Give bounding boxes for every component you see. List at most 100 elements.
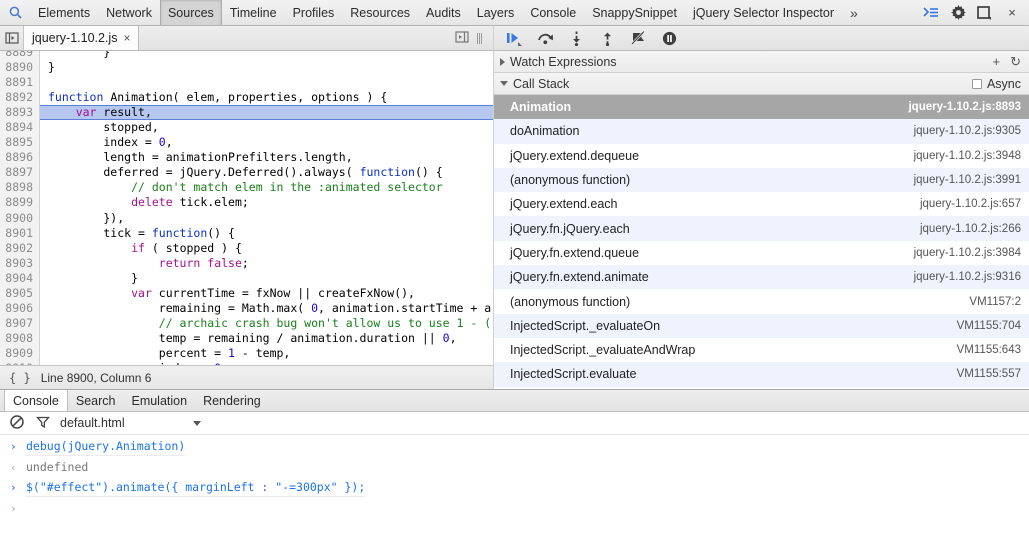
line-number[interactable]: 8889 [0, 51, 40, 60]
call-stack-row[interactable]: jQuery.fn.jQuery.eachjquery-1.10.2.js:26… [494, 216, 1029, 240]
panel-tab-console[interactable]: Console [522, 0, 584, 25]
code-line[interactable]: 8906 remaining = Math.max( 0, animation.… [0, 301, 493, 316]
console-drawer-icon[interactable] [922, 4, 940, 22]
code-line[interactable]: 8894 stopped, [0, 120, 493, 135]
watch-expressions-header[interactable]: Watch Expressions + ↻ [494, 51, 1029, 73]
chevron-down-icon[interactable] [500, 81, 508, 86]
code-line[interactable]: 8902 if ( stopped ) { [0, 241, 493, 256]
resize-grip[interactable] [477, 33, 486, 44]
console-message[interactable]: › [0, 499, 1029, 518]
code-line[interactable]: 8895 index = 0, [0, 135, 493, 150]
code-line[interactable]: 8900 }), [0, 211, 493, 226]
code-line[interactable]: 8908 temp = remaining / animation.durati… [0, 331, 493, 346]
line-number[interactable]: 8908 [0, 331, 40, 346]
line-number[interactable]: 8901 [0, 226, 40, 241]
panel-tab-resources[interactable]: Resources [342, 0, 418, 25]
call-stack-row[interactable]: Animationjquery-1.10.2.js:8893 [494, 95, 1029, 119]
line-number[interactable]: 8892 [0, 90, 40, 105]
more-panels-icon[interactable]: » [842, 0, 866, 25]
code-line[interactable]: 8890} [0, 60, 493, 75]
panel-tab-layers[interactable]: Layers [469, 0, 523, 25]
drawer-tab-console[interactable]: Console [4, 390, 68, 411]
line-number[interactable]: 8903 [0, 256, 40, 271]
console-message[interactable]: ‹undefined [0, 458, 1029, 478]
line-number[interactable]: 8902 [0, 241, 40, 256]
call-stack-row[interactable]: jQuery.fn.extend.animatejquery-1.10.2.js… [494, 265, 1029, 289]
line-number[interactable]: 8890 [0, 60, 40, 75]
line-number[interactable]: 8898 [0, 180, 40, 195]
call-stack-row[interactable]: InjectedScript.evaluateVM1155:557 [494, 362, 1029, 386]
line-number[interactable]: 8909 [0, 346, 40, 361]
code-editor[interactable]: 8889 }8890}88918892function Animation( e… [0, 51, 493, 365]
line-number[interactable]: 8891 [0, 75, 40, 90]
line-number[interactable]: 8895 [0, 135, 40, 150]
panel-tab-network[interactable]: Network [98, 0, 160, 25]
line-number[interactable]: 8896 [0, 150, 40, 165]
code-line[interactable]: 8903 return false; [0, 256, 493, 271]
step-out-button[interactable] [599, 30, 616, 47]
deactivate-breakpoints-button[interactable] [630, 30, 647, 47]
line-number[interactable]: 8907 [0, 316, 40, 331]
call-stack-row[interactable]: jQuery.extend.eachjquery-1.10.2.js:657 [494, 192, 1029, 216]
resume-script-button[interactable] [506, 30, 523, 47]
clear-console-icon[interactable] [10, 415, 24, 432]
console-message[interactable]: ›$("#effect").animate({ marginLeft : "-=… [0, 478, 1029, 499]
code-line[interactable]: 8905 var currentTime = fxNow || createFx… [0, 286, 493, 301]
panel-tab-audits[interactable]: Audits [418, 0, 469, 25]
editor-file-tab-close-icon[interactable]: × [123, 31, 130, 45]
call-stack-header[interactable]: Call Stack Async [494, 73, 1029, 95]
chevron-down-icon[interactable] [193, 421, 201, 426]
line-number[interactable]: 8905 [0, 286, 40, 301]
panel-tab-sources[interactable]: Sources [160, 0, 222, 25]
console-messages[interactable]: ›debug(jQuery.Animation)‹undefined›$("#e… [0, 435, 1029, 542]
call-stack-row[interactable]: jQuery.extend.dequeuejquery-1.10.2.js:39… [494, 144, 1029, 168]
code-line[interactable]: 8899 delete tick.elem; [0, 195, 493, 210]
call-stack-row[interactable]: InjectedScript._evaluateAndWrapVM1155:64… [494, 338, 1029, 362]
console-message[interactable]: ›debug(jQuery.Animation) [0, 437, 1029, 458]
async-checkbox[interactable] [972, 79, 982, 89]
line-number[interactable]: 8899 [0, 195, 40, 210]
chevron-right-icon[interactable] [500, 58, 505, 66]
code-line[interactable]: 8907 // archaic crash bug won't allow us… [0, 316, 493, 331]
settings-gear-icon[interactable] [949, 4, 967, 22]
line-number[interactable]: 8906 [0, 301, 40, 316]
code-line[interactable]: 8893 var result, [0, 105, 493, 120]
panel-tab-timeline[interactable]: Timeline [222, 0, 285, 25]
call-stack-row[interactable]: doAnimationjquery-1.10.2.js:9305 [494, 119, 1029, 143]
code-line[interactable]: 8891 [0, 75, 493, 90]
line-number[interactable]: 8900 [0, 211, 40, 226]
drawer-tab-emulation[interactable]: Emulation [123, 390, 195, 411]
line-number[interactable]: 8893 [0, 105, 40, 120]
drawer-tab-search[interactable]: Search [68, 390, 124, 411]
console-context-selector[interactable]: default.html [60, 416, 125, 430]
drawer-tab-rendering[interactable]: Rendering [195, 390, 269, 411]
code-line[interactable]: 8896 length = animationPrefilters.length… [0, 150, 493, 165]
panel-tab-elements[interactable]: Elements [30, 0, 98, 25]
call-stack-row[interactable]: (anonymous function)VM1157:2 [494, 289, 1029, 313]
code-line[interactable]: 8889 } [0, 51, 493, 60]
show-sidebar-icon[interactable] [455, 31, 469, 46]
pause-on-exceptions-button[interactable] [661, 30, 678, 47]
line-number[interactable]: 8910 [0, 361, 40, 365]
code-line[interactable]: 8901 tick = function() { [0, 226, 493, 241]
code-line[interactable]: 8910 index = 0, [0, 361, 493, 365]
line-number[interactable]: 8894 [0, 120, 40, 135]
refresh-watch-expressions-button[interactable]: ↻ [1010, 55, 1021, 68]
pretty-print-icon[interactable]: { } [9, 371, 31, 385]
panel-tab-snappysnippet[interactable]: SnappySnippet [584, 0, 685, 25]
dock-side-icon[interactable] [976, 4, 994, 22]
call-stack-row[interactable]: (anonymous function)jquery-1.10.2.js:399… [494, 168, 1029, 192]
editor-file-tab[interactable]: jquery-1.10.2.js × [24, 26, 139, 50]
panel-tab-profiles[interactable]: Profiles [285, 0, 343, 25]
code-line[interactable]: 8898 // don't match elem in the :animate… [0, 180, 493, 195]
code-line[interactable]: 8897 deferred = jQuery.Deferred().always… [0, 165, 493, 180]
line-number[interactable]: 8904 [0, 271, 40, 286]
step-into-button[interactable] [568, 30, 585, 47]
call-stack-row[interactable]: jQuery.fn.extend.queuejquery-1.10.2.js:3… [494, 241, 1029, 265]
close-icon[interactable]: × [1003, 4, 1021, 22]
filter-funnel-icon[interactable] [36, 415, 50, 432]
code-line[interactable]: 8909 percent = 1 - temp, [0, 346, 493, 361]
code-line[interactable]: 8904 } [0, 271, 493, 286]
add-watch-expression-button[interactable]: + [993, 55, 1001, 68]
line-number[interactable]: 8897 [0, 165, 40, 180]
